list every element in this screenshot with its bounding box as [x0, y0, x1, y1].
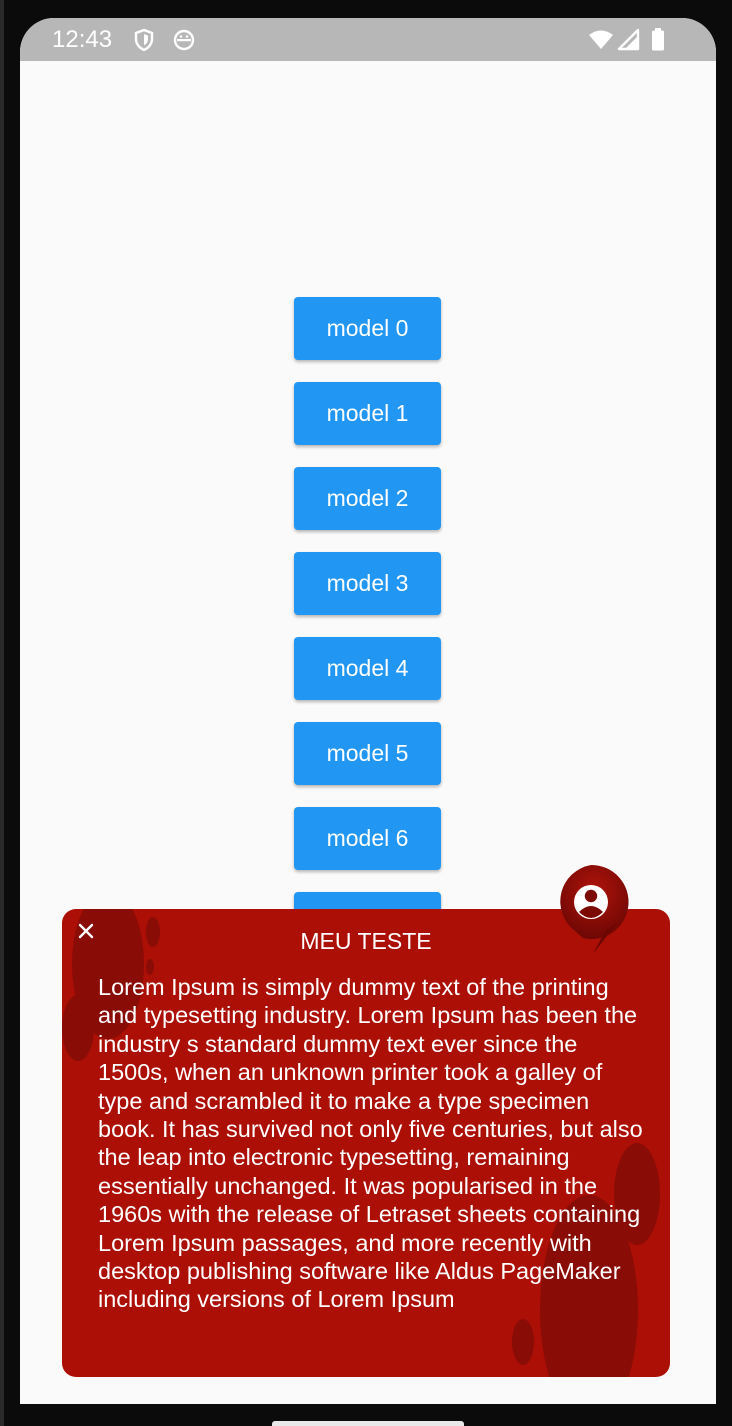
wifi-icon [588, 28, 614, 52]
shield-icon [132, 28, 156, 52]
model-3-button[interactable]: model 3 [294, 552, 441, 615]
status-bar: 12:43 [20, 18, 716, 61]
model-4-button[interactable]: model 4 [294, 637, 441, 700]
model-6-button[interactable]: model 6 [294, 807, 441, 870]
android-debug-icon [172, 28, 196, 52]
model-5-button[interactable]: model 5 [294, 722, 441, 785]
popup-dialog: MEU TESTE Lorem Ipsum is simply dummy te… [62, 909, 670, 1377]
device-frame: 12:43 model 0 model 1 model 2 model 3 mo… [0, 0, 732, 1426]
model-1-button[interactable]: model 1 [294, 382, 441, 445]
home-indicator [272, 1421, 464, 1426]
model-2-button[interactable]: model 2 [294, 467, 441, 530]
popup-body-text: Lorem Ipsum is simply dummy text of the … [98, 974, 643, 1313]
status-time: 12:43 [52, 26, 113, 53]
device-bezel [0, 0, 4, 1426]
account-circle-icon[interactable] [553, 864, 629, 955]
model-0-button[interactable]: model 0 [294, 297, 441, 360]
decorative-blob [512, 1319, 534, 1365]
battery-icon [650, 28, 666, 52]
decorative-blob [62, 995, 94, 1061]
app-screen: 12:43 model 0 model 1 model 2 model 3 mo… [20, 18, 716, 1404]
cellular-signal-icon [616, 28, 640, 52]
